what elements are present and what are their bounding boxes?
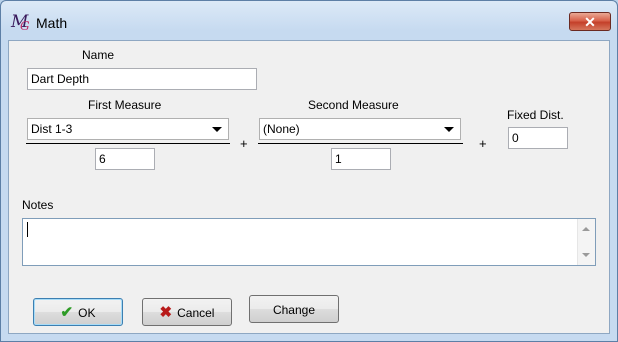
app-logo-icon: MG [11,12,31,33]
close-icon: ✕ [584,14,596,30]
second-measure-fraction-line [258,143,463,144]
app-logo-subglyph: G [20,19,30,33]
chevron-down-icon [444,127,454,132]
window-title: Math [36,15,68,31]
change-button[interactable]: Change [249,295,339,323]
first-measure-selected: Dist 1-3 [31,122,73,136]
plus-sign: + [240,136,248,151]
name-field[interactable]: Dart Depth [27,68,257,90]
name-label: Name [82,48,115,62]
first-measure-divisor-field[interactable]: 6 [95,148,155,170]
close-button[interactable]: ✕ [569,12,611,31]
notes-scrollbar[interactable] [577,219,595,265]
first-measure-dropdown[interactable]: Dist 1-3 [27,118,229,140]
plus-sign: + [479,136,487,151]
second-measure-label: Second Measure [308,98,399,112]
checkmark-icon: ✔ [60,303,74,321]
scroll-down-icon[interactable] [582,253,590,257]
fixed-dist-field[interactable]: 0 [508,127,568,149]
math-dialog: MG Math ✕ Name Dart Depth First Measure … [0,0,618,342]
first-measure-label: First Measure [88,98,162,112]
x-icon: ✖ [159,303,173,321]
chevron-down-icon [212,127,222,132]
title-bar[interactable]: MG Math ✕ [1,1,617,41]
second-measure-selected: (None) [263,122,300,136]
notes-textarea[interactable] [22,218,596,266]
second-measure-divisor-field[interactable]: 1 [331,148,391,170]
notes-label: Notes [22,198,54,212]
first-measure-fraction-line [26,143,230,144]
text-caret [27,222,28,237]
ok-button[interactable]: ✔ OK [33,298,123,326]
change-button-label: Change [272,302,316,317]
dialog-body: Name Dart Depth First Measure Dist 1-3 6… [8,40,610,334]
cancel-button[interactable]: ✖ Cancel [142,298,232,326]
cancel-button-label: Cancel [177,305,215,320]
ok-button-label: OK [78,305,96,320]
scroll-up-icon[interactable] [582,227,590,231]
second-measure-dropdown[interactable]: (None) [259,118,461,140]
fixed-dist-label: Fixed Dist. [507,108,564,122]
